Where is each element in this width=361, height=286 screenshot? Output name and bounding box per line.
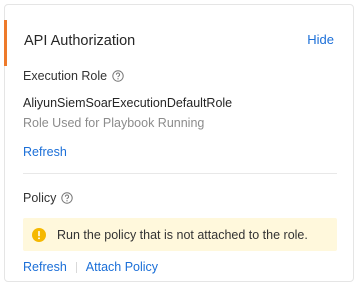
section-divider bbox=[23, 173, 337, 174]
api-authorization-panel: API Authorization Hide Execution Role Al… bbox=[4, 4, 354, 282]
policy-label-row: Policy bbox=[23, 191, 74, 205]
panel-title: API Authorization bbox=[24, 33, 136, 49]
action-separator bbox=[75, 261, 77, 273]
panel-header: API Authorization Hide bbox=[4, 20, 353, 66]
warning-circle-icon bbox=[32, 227, 46, 242]
policy-refresh-link[interactable]: Refresh bbox=[23, 260, 67, 274]
policy-actions: Refresh Attach Policy bbox=[23, 260, 158, 274]
attach-policy-link[interactable]: Attach Policy bbox=[86, 260, 158, 274]
header-accent-bar bbox=[4, 20, 7, 66]
policy-warning-alert: Run the policy that is not attached to t… bbox=[23, 218, 337, 251]
execution-role-description: Role Used for Playbook Running bbox=[23, 116, 205, 130]
policy-warning-text: Run the policy that is not attached to t… bbox=[57, 227, 308, 242]
execution-role-refresh-link[interactable]: Refresh bbox=[23, 145, 67, 159]
question-circle-icon[interactable] bbox=[112, 70, 124, 82]
question-circle-icon[interactable] bbox=[61, 192, 74, 204]
hide-link[interactable]: Hide bbox=[307, 32, 334, 47]
execution-role-label-row: Execution Role bbox=[23, 69, 124, 83]
execution-role-name: AliyunSiemSoarExecutionDefaultRole bbox=[23, 96, 233, 110]
policy-label: Policy bbox=[23, 191, 57, 205]
execution-role-label: Execution Role bbox=[23, 69, 108, 83]
